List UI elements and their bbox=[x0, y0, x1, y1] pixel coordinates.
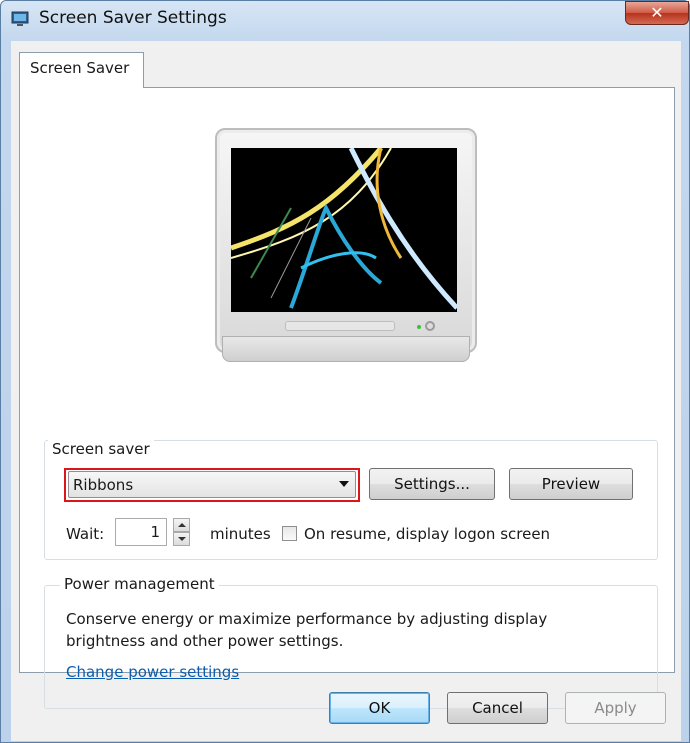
monitor-base bbox=[222, 336, 470, 362]
resume-logon-checkbox[interactable] bbox=[282, 526, 297, 541]
screen-saver-group-label: Screen saver bbox=[48, 440, 154, 458]
screen-saver-app-icon bbox=[11, 11, 29, 26]
close-button[interactable]: ✕ bbox=[625, 1, 689, 25]
power-button-icon bbox=[425, 321, 435, 331]
preview-screen bbox=[231, 148, 457, 312]
wait-spinner bbox=[173, 518, 190, 546]
title-bar[interactable]: Screen Saver Settings ✕ bbox=[1, 1, 689, 41]
wait-minutes-input[interactable]: 1 bbox=[115, 518, 167, 546]
power-management-group-label: Power management bbox=[60, 575, 219, 593]
change-power-settings-link[interactable]: Change power settings bbox=[66, 663, 239, 681]
dialog-client-area: Screen Saver Screen saver Ribbons Settin… bbox=[11, 41, 681, 741]
screen-saver-dropdown[interactable]: Ribbons bbox=[68, 471, 356, 498]
apply-button[interactable]: Apply bbox=[565, 692, 666, 724]
spin-down-button[interactable] bbox=[173, 532, 190, 546]
window-title: Screen Saver Settings bbox=[39, 8, 227, 28]
power-led-icon bbox=[417, 325, 421, 329]
settings-button[interactable]: Settings... bbox=[369, 468, 495, 500]
cancel-button[interactable]: Cancel bbox=[447, 692, 548, 724]
minutes-label: minutes bbox=[210, 525, 271, 543]
screen-saver-settings-window: Screen Saver Settings ✕ Screen Saver Scr… bbox=[0, 0, 690, 743]
preview-button[interactable]: Preview bbox=[509, 468, 633, 500]
spin-up-button[interactable] bbox=[173, 518, 190, 532]
dropdown-selected-value: Ribbons bbox=[73, 476, 134, 494]
tab-screen-saver[interactable]: Screen Saver bbox=[19, 52, 144, 88]
ribbons-preview-image bbox=[231, 148, 457, 310]
power-management-description: Conserve energy or maximize performance … bbox=[66, 610, 548, 650]
wait-label: Wait: bbox=[66, 525, 105, 543]
tab-panel: Screen saver Ribbons Settings... Preview… bbox=[19, 87, 675, 709]
monitor-preview bbox=[215, 128, 477, 353]
resume-logon-label[interactable]: On resume, display logon screen bbox=[304, 525, 550, 543]
ok-button[interactable]: OK bbox=[329, 692, 430, 724]
monitor-slot bbox=[285, 321, 395, 331]
dropdown-arrow-icon bbox=[339, 481, 349, 487]
close-icon: ✕ bbox=[650, 3, 664, 22]
